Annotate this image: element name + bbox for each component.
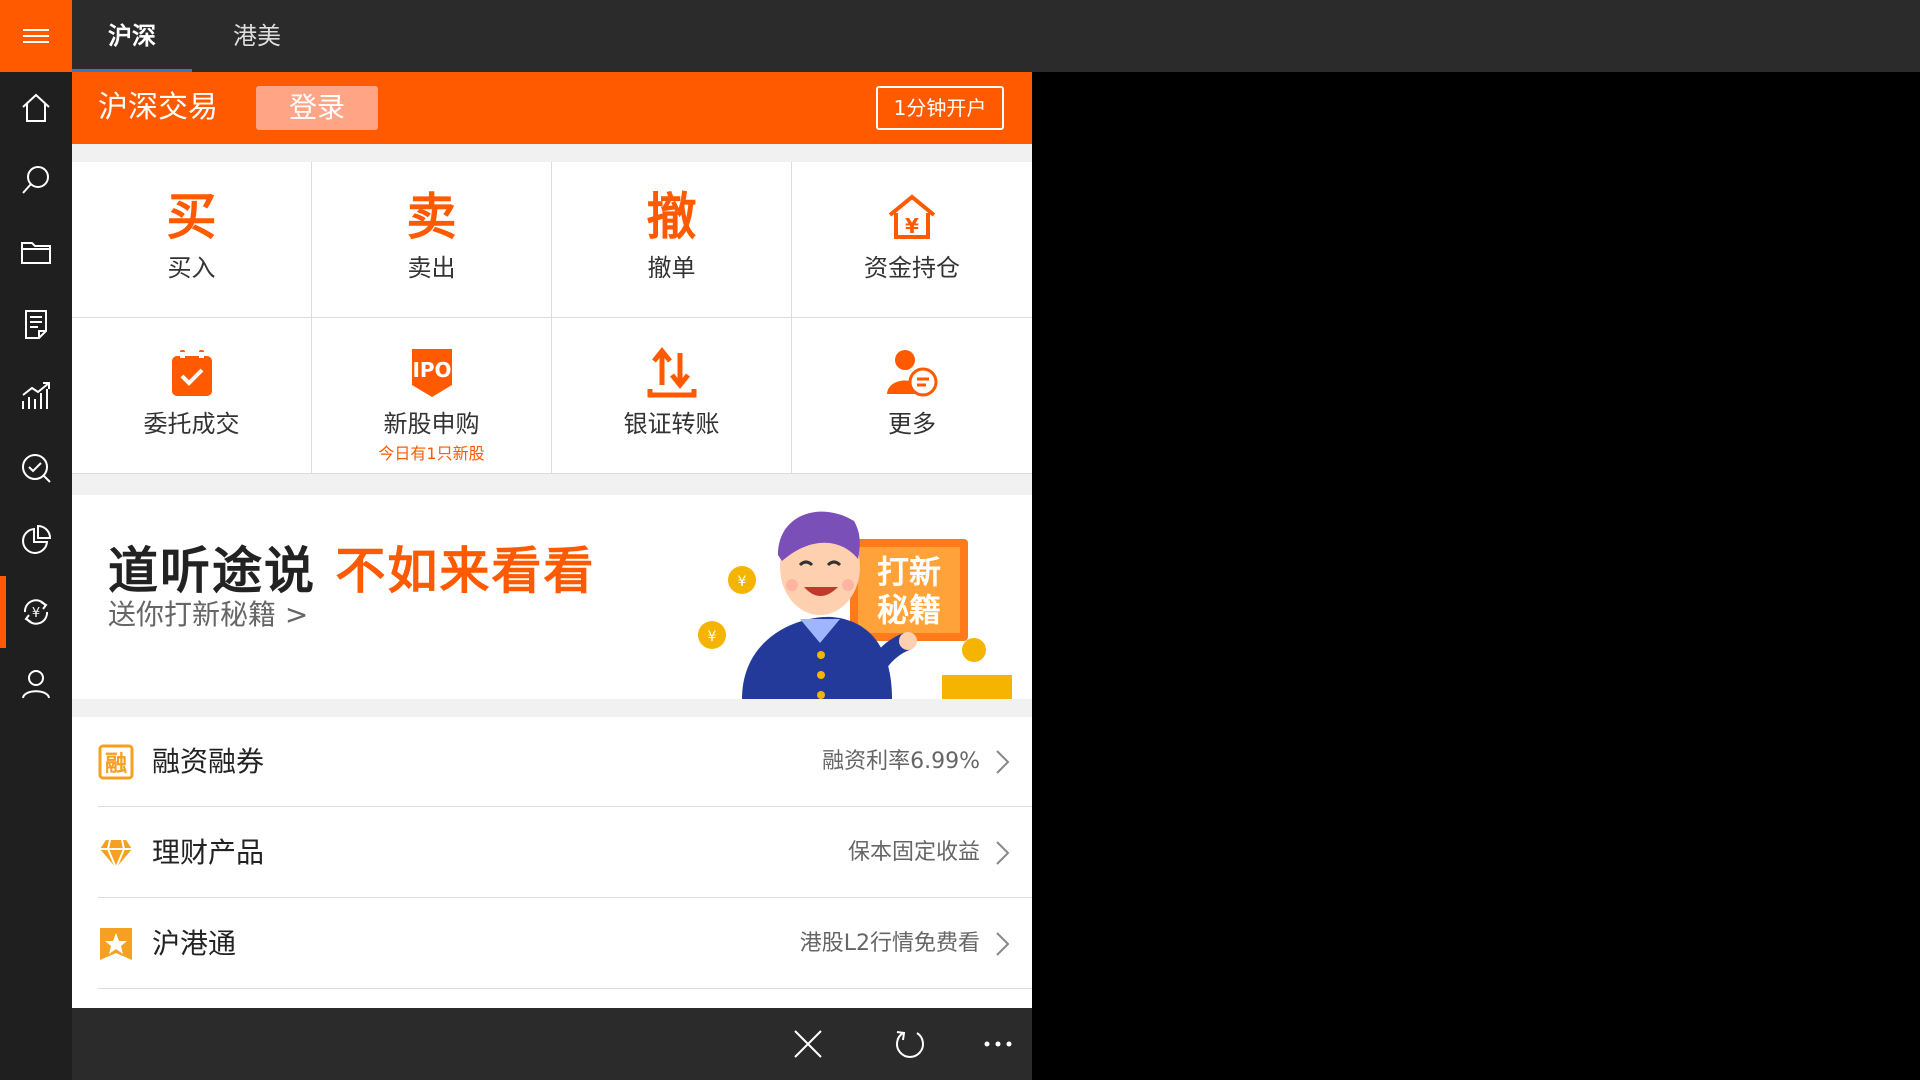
grid-label: 撤单	[647, 254, 696, 282]
rail-item-document[interactable]	[0, 288, 72, 360]
grid-label: 资金持仓	[864, 254, 960, 282]
rail-item-account[interactable]	[0, 648, 72, 720]
grid-transfer[interactable]: 银证转账	[552, 318, 791, 473]
list-item-value: 融资利率6.99%	[822, 749, 980, 774]
ipo-icon: IPO	[411, 349, 452, 397]
more-options-button[interactable]	[976, 1022, 1020, 1066]
divider	[98, 988, 1032, 989]
grid-more[interactable]: 更多	[792, 318, 1032, 473]
grid-ipo[interactable]: IPO 新股申购 今日有1只新股	[312, 318, 551, 473]
login-button[interactable]: 登录	[256, 86, 378, 130]
list-item-wealth[interactable]: 理财产品 保本固定收益	[72, 808, 1032, 898]
close-icon	[794, 1030, 822, 1058]
service-list: 融 融资融券 融资利率6.99% 理财产品 保本固定收益 沪港通 港股L2行情免…	[72, 717, 1032, 1008]
sell-icon: 卖	[406, 188, 457, 246]
grid-label: 银证转账	[623, 410, 720, 438]
rail-item-folder[interactable]	[0, 216, 72, 288]
tab-gangmei[interactable]: 港美	[202, 0, 312, 72]
grid-label: 更多	[888, 410, 936, 438]
buy-icon: 买	[166, 188, 217, 246]
svg-text:融: 融	[105, 752, 127, 777]
grid-label: 买入	[167, 254, 216, 282]
banner-headline-b: 不如来看看	[335, 542, 596, 600]
list-item-margin[interactable]: 融 融资融券 融资利率6.99%	[72, 717, 1032, 807]
divider	[98, 897, 1032, 898]
home-icon	[22, 93, 50, 122]
grid-cancel[interactable]: 撤 撤单	[552, 162, 791, 317]
svg-text:¥: ¥	[708, 629, 717, 645]
grid-label: 卖出	[407, 254, 456, 282]
ellipsis-icon	[984, 1041, 1012, 1047]
svg-text:秘籍: 秘籍	[877, 591, 941, 629]
user-icon	[22, 670, 50, 699]
svg-text:IPO: IPO	[412, 358, 451, 382]
banner-subline: 送你打新秘籍 >	[108, 598, 309, 631]
grid-buy[interactable]: 买 买入	[72, 162, 311, 317]
divider	[98, 806, 1032, 807]
house-yuan-icon: ¥	[888, 194, 936, 239]
top-tab-bar: 沪深 港美	[72, 0, 1920, 72]
list-item-label: 沪港通	[152, 927, 237, 960]
rong-icon: 融	[98, 744, 134, 780]
page-title: 沪深交易	[98, 90, 218, 125]
rail-item-portfolio[interactable]	[0, 504, 72, 576]
rail-item-trade[interactable]: ¥	[0, 576, 72, 648]
list-item-value: 保本固定收益	[847, 840, 980, 865]
close-button[interactable]	[786, 1022, 830, 1066]
search-icon	[22, 166, 49, 194]
rail-item-chart[interactable]	[0, 360, 72, 432]
calendar-check-icon	[171, 350, 212, 396]
folder-icon	[21, 242, 51, 264]
banner-illustration: ¥ ¥ 打新 秘籍	[698, 511, 1012, 699]
trade-panel: 沪深交易 登录 1分钟开户 买 买入 卖 卖出 撤 撤单 ¥ 资金持仓 委托成交…	[72, 72, 1032, 1008]
check-search-icon	[22, 454, 51, 483]
function-grid: 买 买入 卖 卖出 撤 撤单 ¥ 资金持仓 委托成交 IPO 新股申购 今日有1…	[72, 162, 1032, 474]
svg-text:¥: ¥	[32, 606, 40, 621]
grid-funds[interactable]: ¥ 资金持仓	[792, 162, 1032, 317]
list-item-label: 理财产品	[152, 836, 265, 869]
pie-chart-icon	[22, 524, 52, 554]
cancel-order-icon: 撤	[646, 188, 697, 246]
chevron-right-icon	[996, 932, 1010, 956]
user-chat-icon	[887, 350, 938, 397]
svg-text:¥: ¥	[738, 574, 747, 590]
chevron-right-icon	[996, 750, 1010, 774]
refresh-button[interactable]	[888, 1022, 932, 1066]
bottom-command-bar	[72, 1008, 1032, 1080]
bauhinia-icon	[100, 928, 132, 960]
chart-icon	[22, 382, 50, 409]
svg-text:¥: ¥	[905, 214, 919, 238]
banner-headline-a: 道听途说	[108, 542, 316, 600]
rail-item-search[interactable]	[0, 144, 72, 216]
hamburger-icon	[23, 29, 49, 43]
grid-orders[interactable]: 委托成交	[72, 318, 311, 473]
list-item-label: 融资融券	[152, 745, 265, 778]
document-icon	[25, 310, 47, 339]
panel-header: 沪深交易 登录 1分钟开户	[72, 72, 1032, 144]
grid-sell[interactable]: 卖 卖出	[312, 162, 551, 317]
open-account-button[interactable]: 1分钟开户	[876, 86, 1004, 130]
grid-label: 新股申购	[383, 410, 480, 438]
rail-item-review[interactable]	[0, 432, 72, 504]
tab-hushen[interactable]: 沪深	[72, 0, 192, 72]
yuan-exchange-icon: ¥	[23, 599, 49, 625]
rail-item-home[interactable]	[0, 72, 72, 144]
grid-label: 委托成交	[143, 410, 240, 438]
chevron-right-icon	[996, 841, 1010, 865]
new-stock-notice: 今日有1只新股	[378, 444, 485, 463]
refresh-icon	[896, 1031, 924, 1058]
transfer-arrows-icon	[647, 347, 696, 398]
list-item-value: 港股L2行情免费看	[799, 931, 980, 956]
nav-rail: ¥	[0, 0, 72, 1080]
list-item-hk-connect[interactable]: 沪港通 港股L2行情免费看	[72, 899, 1032, 989]
hamburger-menu-button[interactable]	[0, 0, 72, 72]
diamond-icon	[100, 839, 132, 871]
promo-banner[interactable]: 道听途说 不如来看看 送你打新秘籍 > ¥ ¥ 打新 秘籍	[72, 495, 1032, 699]
svg-text:打新: 打新	[877, 553, 941, 591]
